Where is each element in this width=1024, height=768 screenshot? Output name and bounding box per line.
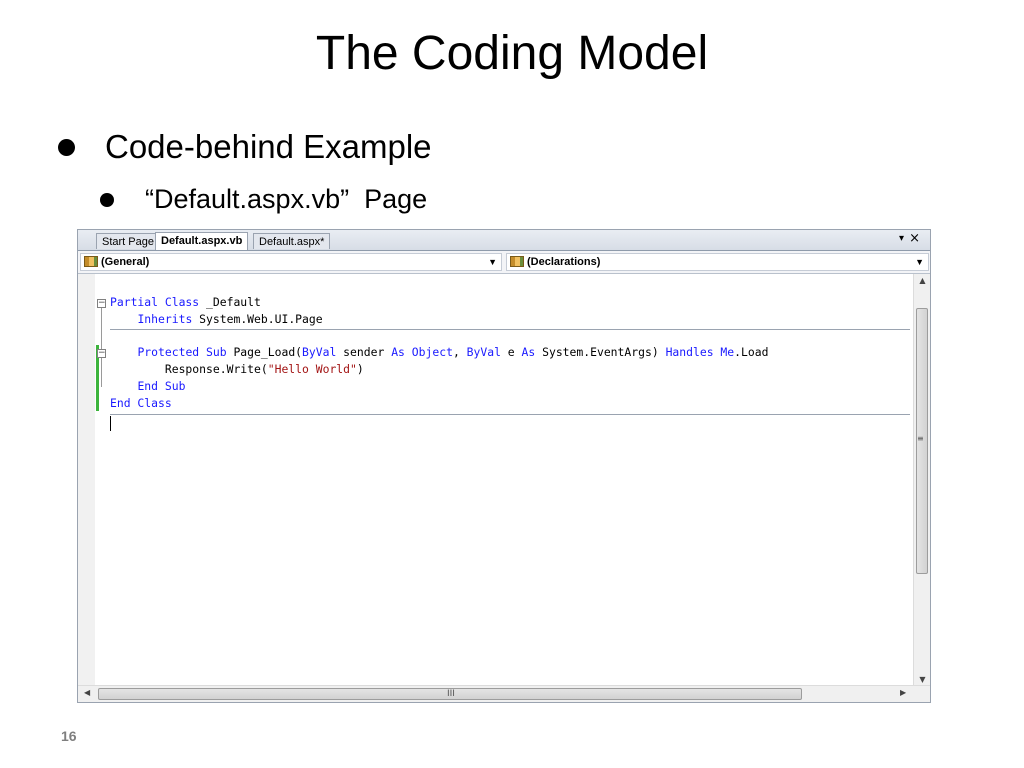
code-keyword: Protected Sub — [137, 345, 227, 360]
editor-gutter — [78, 274, 95, 686]
document-tab-bar: Start Page Default.aspx.vb Default.aspx*… — [78, 230, 930, 251]
scroll-down-icon[interactable]: ▼ — [914, 675, 931, 684]
scroll-thumb[interactable]: III — [98, 688, 802, 700]
code-keyword: End Sub — [137, 378, 186, 393]
code-keyword: ByVal — [466, 345, 501, 360]
code-line: Inherits System.Web.UI.Page — [110, 311, 768, 328]
class-icon — [84, 256, 98, 267]
code-keyword: ByVal — [302, 345, 337, 360]
code-keyword: As — [521, 345, 536, 360]
tab-start-page[interactable]: Start Page — [96, 233, 160, 249]
text-caret — [110, 416, 111, 431]
code-text: Partial Class _Default Inherits System.W… — [110, 294, 768, 412]
ide-code-window: Start Page Default.aspx.vb Default.aspx*… — [77, 229, 931, 703]
bullet-dot — [100, 192, 114, 207]
code-token: .Load — [734, 345, 769, 360]
grip-icon: ≡ — [917, 434, 924, 443]
class-name-value: (General) — [101, 256, 150, 268]
page-number: 16 — [61, 728, 77, 744]
code-token: e — [500, 345, 522, 360]
method-name-dropdown[interactable]: (Declarations) ▼ — [506, 253, 929, 271]
code-token: Page_Load( — [226, 345, 303, 360]
code-token: _Default — [199, 295, 261, 309]
scroll-up-icon[interactable]: ▲ — [914, 276, 931, 285]
code-token: Response.Write( — [110, 362, 268, 377]
slide-title: The Coding Model — [315, 27, 709, 80]
bullet-level2-text: “Default.aspx.vb” Page — [145, 184, 428, 214]
scroll-left-icon[interactable]: ◀ — [84, 688, 90, 697]
code-editor[interactable]: − − Partial Class _Default Inherits Syst… — [78, 274, 912, 686]
code-navigation-bar: (General) ▼ (Declarations) ▼ — [78, 251, 930, 274]
tab-default-aspx[interactable]: Default.aspx* — [253, 233, 331, 249]
bullet-level2: “Default.aspx.vb” Page — [100, 184, 427, 215]
vertical-scrollbar[interactable]: ▲ ≡ ▼ — [913, 274, 930, 686]
grip-icon: III — [447, 689, 455, 699]
class-icon — [510, 256, 524, 267]
bullet-level1-text: Code-behind Example — [105, 128, 432, 165]
code-token: System.EventArgs) — [535, 345, 666, 360]
tab-menu-chevron-icon[interactable]: ▾ — [899, 233, 904, 244]
scroll-right-icon[interactable]: ▶ — [900, 688, 906, 697]
code-keyword: Handles Me — [665, 345, 735, 360]
code-string: "Hello World" — [267, 362, 357, 377]
tab-default-aspx-vb[interactable]: Default.aspx.vb — [155, 232, 249, 250]
code-token: System.Web.UI.Page — [192, 311, 323, 326]
code-line: Partial Class _Default — [110, 294, 768, 311]
code-token: ) — [356, 362, 364, 377]
code-keyword: End Class — [110, 395, 172, 410]
method-name-value: (Declarations) — [527, 256, 601, 268]
code-line: End Sub — [110, 378, 768, 395]
collapse-icon[interactable]: − — [97, 299, 106, 308]
bullet-dot — [58, 138, 75, 156]
code-line: End Class — [110, 395, 768, 412]
close-icon[interactable]: × — [909, 231, 920, 246]
collapse-icon[interactable]: − — [97, 349, 106, 358]
horizontal-scrollbar[interactable]: ◀ III ▶ — [78, 685, 930, 702]
bullet-level1: Code-behind Example — [58, 128, 432, 166]
code-token: , — [452, 345, 467, 360]
code-line: Protected Sub Page_Load(ByVal sender As … — [110, 344, 768, 361]
chevron-down-icon[interactable]: ▼ — [915, 254, 924, 270]
code-line: Response.Write("Hello World") — [110, 361, 768, 378]
code-keyword: Inherits — [137, 311, 193, 326]
class-name-dropdown[interactable]: (General) ▼ — [80, 253, 502, 271]
code-keyword: As Object — [391, 345, 453, 360]
code-token: sender — [336, 345, 392, 360]
chevron-down-icon[interactable]: ▼ — [488, 254, 497, 270]
code-keyword: Partial Class — [110, 295, 200, 309]
procedure-separator — [110, 414, 910, 415]
